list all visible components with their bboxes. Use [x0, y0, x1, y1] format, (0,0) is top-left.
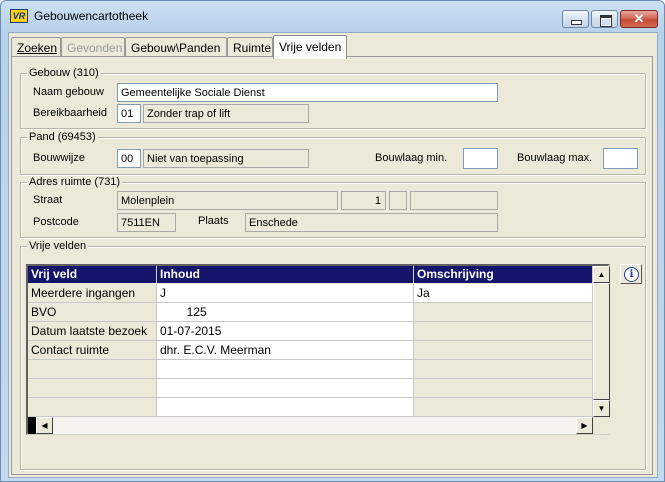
column-header-vrij-veld[interactable]: Vrij veld [28, 266, 157, 283]
title-bar[interactable]: VR Gebouwencartotheek ✕ [1, 1, 664, 31]
empty-cell [28, 398, 157, 417]
cell-vrij-veld: BVO [28, 303, 157, 322]
tab-label: Gebouw\Panden [131, 41, 221, 55]
cell-omschrijving: Ja [414, 284, 593, 303]
column-header-omschrijving[interactable]: Omschrijving [414, 266, 593, 283]
horizontal-scrollbar[interactable]: ◀ ▶ [28, 417, 593, 434]
vrije-velden-legend: Vrije velden [27, 240, 89, 252]
table-row[interactable]: Contact ruimte dhr. E.C.V. Meerman [28, 341, 593, 360]
gebouw-legend: Gebouw (310) [27, 67, 101, 79]
adres-legend: Adres ruimte (731) [27, 176, 123, 188]
scroll-up-icon[interactable]: ▲ [593, 266, 610, 283]
empty-row [28, 398, 593, 417]
empty-cell [28, 360, 157, 379]
cell-inhoud[interactable]: dhr. E.C.V. Meerman [157, 341, 414, 360]
bouwwijze-description: Niet van toepassing [143, 149, 309, 168]
table-row[interactable]: Meerdere ingangen J Ja [28, 284, 593, 303]
cell-omschrijving [414, 322, 593, 341]
huisnummer-field: 1 [341, 191, 386, 210]
grid-body: Vrij veld Inhoud Omschrijving Meerdere i… [28, 266, 593, 417]
empty-cell [414, 360, 593, 379]
maximize-button[interactable] [591, 10, 618, 28]
gebouw-group: Gebouw (310) Naam gebouw Gemeentelijke S… [20, 67, 646, 129]
plaats-label: Plaats [198, 215, 229, 227]
plaats-field: Enschede [245, 213, 498, 232]
tab-label: Zoeken [17, 41, 58, 55]
tab-vrije-velden[interactable]: Vrije velden [273, 35, 347, 59]
cell-vrij-veld: Datum laatste bezoek [28, 322, 157, 341]
vrije-velden-grid[interactable]: Vrij veld Inhoud Omschrijving Meerdere i… [26, 264, 610, 435]
postcode-label: Postcode [33, 216, 79, 228]
cell-inhoud[interactable]: 01-07-2015 [157, 322, 414, 341]
tab-ruimte[interactable]: Ruimte [227, 37, 273, 57]
bereikbaarheid-code-field[interactable]: 01 [117, 104, 141, 123]
naam-gebouw-label: Naam gebouw [33, 86, 104, 98]
empty-cell [157, 360, 414, 379]
postcode-field: 7511EN [117, 213, 176, 232]
horizontal-scroll-thumb[interactable] [28, 417, 36, 434]
tab-label: Vrije velden [279, 40, 342, 54]
bouwwijze-code-field[interactable]: 00 [117, 149, 141, 168]
tab-label: Gevonden [67, 41, 123, 55]
window-title: Gebouwencartotheek [34, 9, 149, 23]
cell-vrij-veld: Meerdere ingangen [28, 284, 157, 303]
toevoeging-field [389, 191, 407, 210]
adres-ruimte-group: Adres ruimte (731) Straat Molenplein 1 P… [20, 176, 646, 238]
bouwlaag-max-label: Bouwlaag max. [517, 152, 593, 164]
table-row[interactable]: BVO 125 [28, 303, 593, 322]
adres-extra-field [410, 191, 498, 210]
empty-cell [157, 398, 414, 417]
table-row[interactable]: Datum laatste bezoek 01-07-2015 [28, 322, 593, 341]
tab-page: Gebouw (310) Naam gebouw Gemeentelijke S… [11, 56, 653, 475]
bouwlaag-max-field[interactable] [603, 148, 638, 169]
column-header-inhoud[interactable]: Inhoud [157, 266, 414, 283]
scrollbar-corner [593, 417, 610, 434]
tab-zoeken[interactable]: Zoeken [11, 37, 61, 57]
bereikbaarheid-description: Zonder trap of lift [143, 104, 309, 123]
info-icon: i [624, 267, 639, 282]
close-icon: ✕ [633, 11, 645, 26]
tab-gevonden: Gevonden [61, 37, 125, 57]
close-button[interactable]: ✕ [620, 10, 658, 28]
bereikbaarheid-label: Bereikbaarheid [33, 107, 107, 119]
client-area: Zoeken Gevonden Gebouw\Panden Ruimte Vri… [8, 32, 658, 478]
vertical-scroll-thumb[interactable] [593, 283, 610, 400]
vertical-scrollbar[interactable]: ▲ ▼ [593, 266, 610, 417]
pand-group: Pand (69453) Bouwwijze 00 Niet van toepa… [20, 131, 646, 175]
tab-label: Ruimte [233, 41, 272, 55]
empty-row [28, 379, 593, 398]
empty-cell [157, 379, 414, 398]
scroll-down-icon[interactable]: ▼ [593, 400, 610, 417]
scroll-right-icon[interactable]: ▶ [576, 417, 593, 434]
application-window: VR Gebouwencartotheek ✕ Zoeken Gevonden … [0, 0, 665, 482]
pand-legend: Pand (69453) [27, 131, 98, 143]
naam-gebouw-field[interactable]: Gemeentelijke Sociale Dienst [117, 83, 498, 102]
cell-inhoud[interactable]: J [157, 284, 414, 303]
info-button[interactable]: i [620, 264, 642, 284]
tab-gebouw-panden[interactable]: Gebouw\Panden [125, 37, 227, 57]
straat-field: Molenplein [117, 191, 338, 210]
cell-inhoud[interactable]: 125 [157, 303, 414, 322]
app-icon: VR [10, 9, 28, 23]
empty-row [28, 360, 593, 379]
straat-label: Straat [33, 194, 63, 206]
empty-cell [414, 398, 593, 417]
cell-omschrijving [414, 341, 593, 360]
scroll-left-icon[interactable]: ◀ [36, 417, 53, 434]
bouwwijze-label: Bouwwijze [33, 152, 85, 164]
cell-vrij-veld: Contact ruimte [28, 341, 157, 360]
bouwlaag-min-field[interactable] [463, 148, 498, 169]
cell-omschrijving [414, 303, 593, 322]
bouwlaag-min-label: Bouwlaag min. [375, 152, 448, 164]
minimize-button[interactable] [562, 10, 589, 28]
empty-cell [28, 379, 157, 398]
empty-cell [414, 379, 593, 398]
